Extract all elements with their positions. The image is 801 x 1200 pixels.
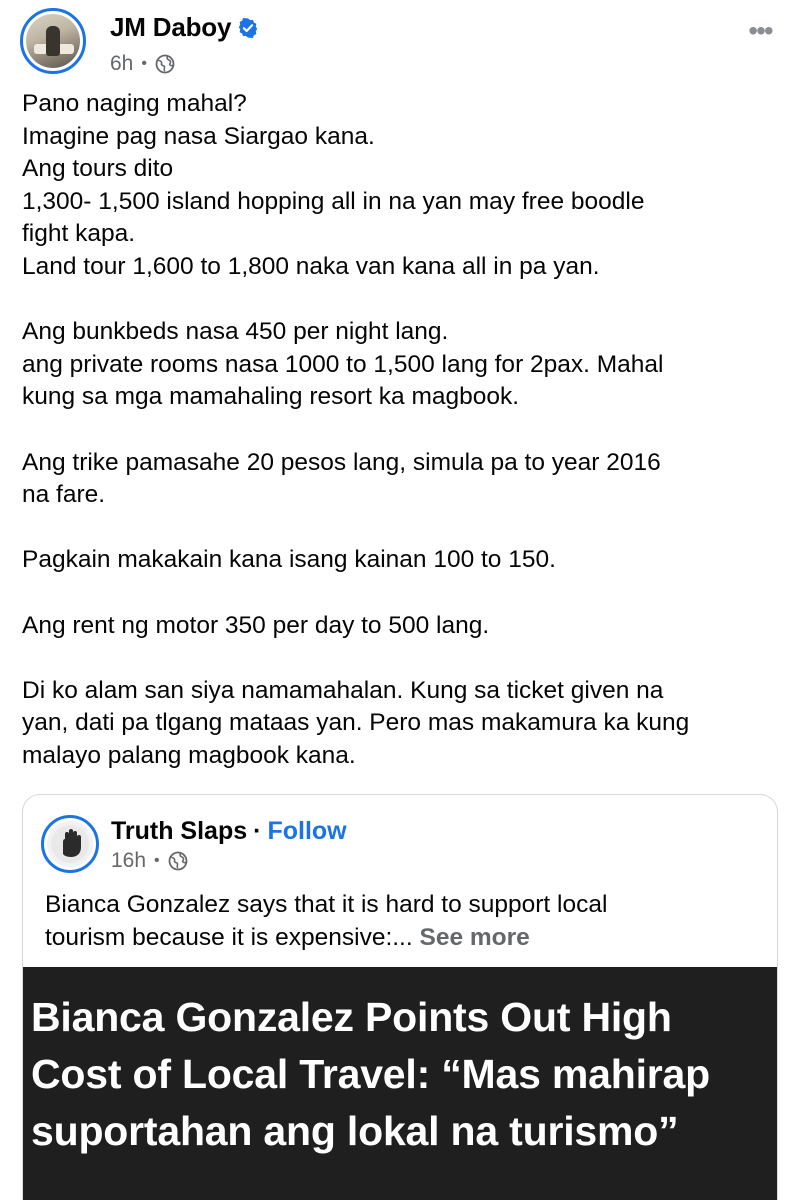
- author-avatar[interactable]: [20, 8, 86, 74]
- post-meta: 6h •: [110, 52, 175, 76]
- post-text-line: yan, dati pa tlgang mataas yan. Pero mas…: [22, 709, 690, 737]
- post-body-text: Pano naging mahal? Imagine pag nasa Siarg…: [22, 88, 782, 772]
- post-text-line: Ang rent ng motor 350 per day to 500 lan…: [22, 611, 490, 639]
- post-text-line: Pagkain makakain kana isang kainan 100 t…: [22, 546, 556, 574]
- headline-line: suportahan ang lokal na turismo”: [31, 1108, 679, 1154]
- post-text-line: Ang tours dito: [22, 155, 174, 183]
- post-text-line: 1,300- 1,500 island hopping all in na ya…: [22, 187, 645, 215]
- hand-logo-icon: [47, 821, 93, 867]
- follow-separator: ·: [253, 817, 262, 845]
- image-headline: Bianca Gonzalez Points Out High Cost of …: [31, 989, 777, 1160]
- globe-icon[interactable]: [155, 54, 175, 74]
- post-text-line: Pano naging mahal?: [22, 90, 247, 117]
- shared-author-row: Truth Slaps · Follow: [111, 817, 347, 846]
- meta-separator: •: [154, 852, 160, 869]
- post-text-line: malayo palang magbook kana.: [22, 741, 356, 769]
- author-name[interactable]: JM Daboy: [110, 12, 231, 43]
- post-header: JM Daboy 6h • •••: [20, 8, 781, 78]
- post-text-line: Imagine pag nasa Siargao kana.: [22, 122, 375, 150]
- shared-post-text: Bianca Gonzalez says that it is hard to …: [45, 889, 745, 954]
- shared-post-image[interactable]: Bianca Gonzalez Points Out High Cost of …: [23, 967, 777, 1200]
- meta-separator: •: [141, 55, 147, 72]
- post-text-line: fight kapa.: [22, 220, 136, 248]
- shared-post-card[interactable]: Truth Slaps · Follow 16h • Bianca Gonzal…: [22, 794, 778, 1200]
- shared-post-meta: 16h •: [111, 849, 188, 873]
- post-text-line: ang private rooms nasa 1000 to 1,500 lan…: [22, 350, 664, 378]
- post-text-line: Ang trike pamasahe 20 pesos lang, simula…: [22, 448, 661, 476]
- headline-line: Bianca Gonzalez Points Out High: [31, 994, 672, 1040]
- post-text-line: Land tour 1,600 to 1,800 naka van kana a…: [22, 252, 600, 280]
- post-text-line: na fare.: [22, 481, 106, 509]
- post-text-line: Di ko alam san siya namamahalan. Kung sa…: [22, 676, 664, 704]
- more-options-icon[interactable]: •••: [745, 16, 775, 46]
- shared-text-truncated: tourism because it is expensive:...: [45, 923, 413, 951]
- globe-icon[interactable]: [168, 851, 188, 871]
- headline-line: Cost of Local Travel: “Mas mahirap: [31, 1051, 710, 1097]
- shared-author-avatar[interactable]: [41, 815, 99, 873]
- post-text-line: Ang bunkbeds nasa 450 per night lang.: [22, 318, 449, 346]
- shared-text-line: tourism because it is expensive:... See …: [45, 922, 745, 955]
- follow-button[interactable]: Follow: [267, 817, 346, 846]
- shared-text-line: Bianca Gonzalez says that it is hard to …: [45, 891, 608, 918]
- author-avatar-photo: [26, 14, 80, 68]
- author-row: JM Daboy: [110, 12, 259, 43]
- shared-author-name[interactable]: Truth Slaps: [111, 817, 247, 846]
- verified-badge-icon: [239, 17, 258, 38]
- facebook-post: JM Daboy 6h • ••• Pano naging mahal? Imag…: [0, 0, 801, 1200]
- see-more-link[interactable]: See more: [419, 924, 529, 951]
- post-text-line: kung sa mga mamahaling resort ka magbook…: [22, 383, 520, 411]
- shared-post-timestamp[interactable]: 16h: [111, 849, 146, 873]
- post-timestamp[interactable]: 6h: [110, 52, 133, 76]
